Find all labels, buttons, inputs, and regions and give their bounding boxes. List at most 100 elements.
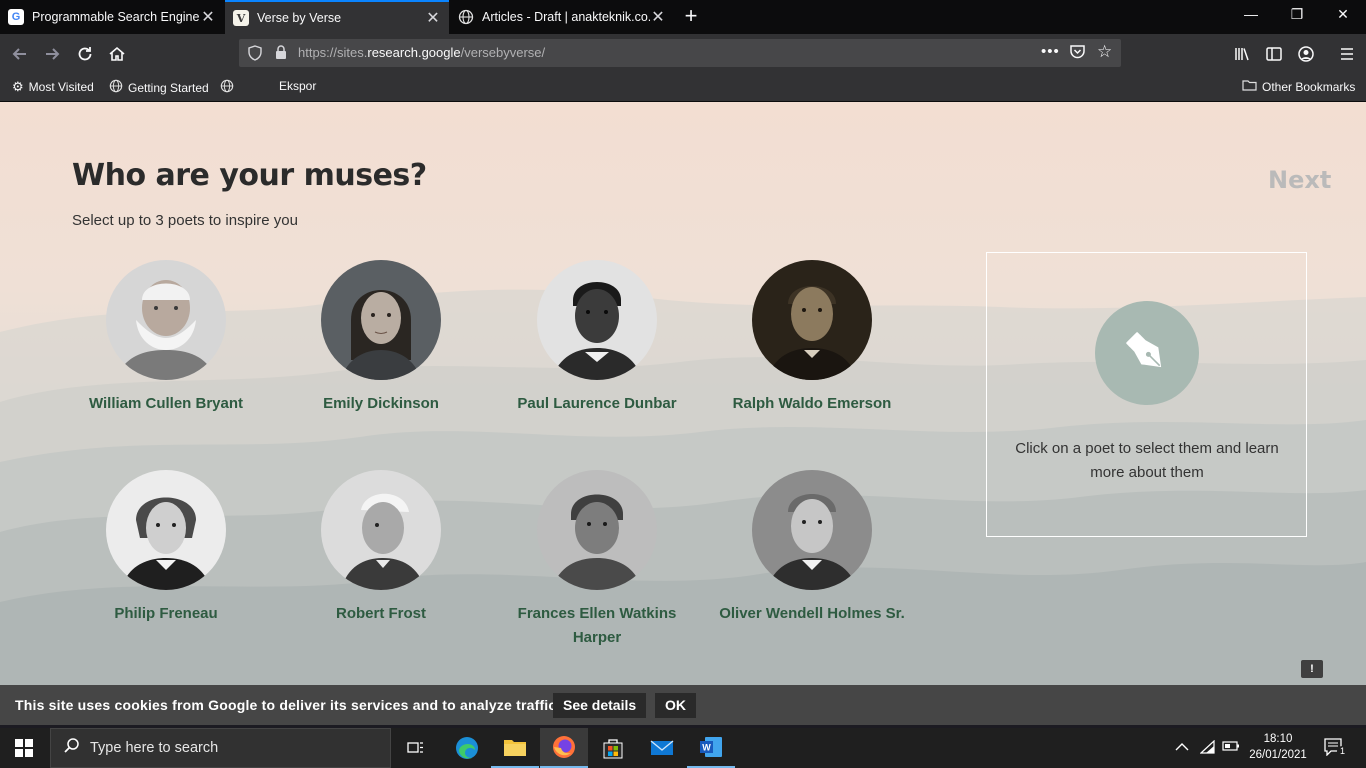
windows-taskbar: Type here to search W 18:10 26/01/2021 1 — [0, 728, 1366, 768]
back-button[interactable] — [6, 40, 34, 68]
bookmark-untitled[interactable] — [220, 79, 239, 96]
lock-icon — [276, 45, 286, 59]
next-button[interactable]: Next — [1268, 166, 1331, 194]
pen-nib-icon — [1095, 301, 1199, 405]
close-tab-icon[interactable]: ✕ — [200, 7, 216, 27]
page-actions-icon[interactable]: ••• — [1041, 43, 1060, 60]
tab-title: Articles - Draft | anakteknik.co.id — [482, 10, 650, 24]
poet-card-frost[interactable]: Robert Frost — [281, 470, 481, 626]
bookmark-star-icon[interactable]: ☆ — [1097, 42, 1112, 62]
page-content: Who are your muses? Select up to 3 poets… — [0, 102, 1366, 725]
poet-name[interactable]: Emily Dickinson — [281, 392, 481, 416]
poet-name[interactable]: Ralph Waldo Emerson — [712, 392, 912, 416]
poet-name[interactable]: Paul Laurence Dunbar — [497, 392, 697, 416]
poet-name[interactable]: Philip Freneau — [66, 602, 266, 626]
poet-name[interactable]: Robert Frost — [281, 602, 481, 626]
file-explorer-icon[interactable] — [491, 728, 539, 768]
close-window-icon[interactable]: ✕ — [1320, 6, 1366, 23]
bookmark-ekspor[interactable]: Ekspor — [279, 79, 316, 93]
tab-articles-draft[interactable]: Articles - Draft | anakteknik.co.id ✕ — [450, 0, 674, 34]
bookmark-most-visited[interactable]: ⚙ Most Visited — [12, 79, 94, 95]
menu-icon[interactable] — [1333, 40, 1361, 68]
tab-verse-by-verse[interactable]: V Verse by Verse ✕ — [225, 0, 449, 34]
bookmarks-toolbar: ⚙ Most Visited Getting Started Ekspor Ot… — [0, 72, 1366, 102]
minimize-icon[interactable]: — — [1228, 6, 1274, 22]
tab-strip: G Programmable Search Engine ✕ V Verse b… — [0, 0, 1366, 34]
notification-center-icon[interactable]: 1 — [1324, 738, 1348, 759]
show-hidden-icons-icon[interactable] — [1175, 740, 1189, 755]
network-icon[interactable] — [1199, 739, 1216, 757]
poet-name[interactable]: Oliver Wendell Holmes Sr. — [712, 602, 912, 626]
svg-text:W: W — [702, 743, 711, 753]
poet-card-dunbar[interactable]: Paul Laurence Dunbar — [497, 260, 697, 416]
poet-card-harper[interactable]: Frances Ellen Watkins Harper — [497, 470, 697, 650]
google-icon: G — [8, 9, 24, 25]
poet-portrait[interactable] — [106, 470, 226, 590]
bookmark-getting-started[interactable]: Getting Started — [109, 79, 209, 96]
store-icon[interactable] — [589, 728, 637, 768]
bookmark-other[interactable]: Other Bookmarks — [1242, 79, 1355, 94]
reload-button[interactable] — [71, 40, 99, 68]
poet-portrait[interactable] — [321, 470, 441, 590]
poet-info-panel: Click on a poet to select them and learn… — [986, 252, 1307, 537]
poet-portrait[interactable] — [106, 260, 226, 380]
poet-name[interactable]: William Cullen Bryant — [66, 392, 266, 416]
forward-arrow-icon — [46, 48, 60, 60]
feedback-icon[interactable]: ! — [1301, 660, 1323, 678]
word-icon[interactable]: W — [687, 728, 735, 768]
account-icon[interactable] — [1292, 40, 1320, 68]
poet-portrait[interactable] — [537, 470, 657, 590]
close-tab-icon[interactable]: ✕ — [425, 8, 441, 28]
poet-card-freneau[interactable]: Philip Freneau — [66, 470, 266, 626]
poet-portrait[interactable] — [321, 260, 441, 380]
page-title: Who are your muses? — [72, 158, 427, 193]
page-subtitle: Select up to 3 poets to inspire you — [72, 212, 298, 229]
firefox-icon[interactable] — [540, 728, 588, 768]
task-view-icon[interactable] — [392, 728, 440, 768]
tab-programmable-search[interactable]: G Programmable Search Engine ✕ — [0, 0, 224, 34]
tab-title: Verse by Verse — [257, 11, 342, 25]
sidebar-icon[interactable] — [1260, 40, 1288, 68]
windows-logo-icon — [15, 739, 33, 757]
close-tab-icon[interactable]: ✕ — [650, 7, 666, 27]
search-icon — [63, 737, 80, 759]
back-arrow-icon — [12, 48, 26, 60]
address-bar[interactable]: https://sites.research.google/versebyver… — [239, 39, 1121, 67]
ok-button[interactable]: OK — [655, 693, 696, 718]
forward-button[interactable] — [38, 40, 66, 68]
pocket-icon[interactable] — [1069, 44, 1086, 64]
clock-date: 26/01/2021 — [1249, 749, 1307, 761]
globe-icon — [220, 79, 234, 96]
see-details-button[interactable]: See details — [553, 693, 647, 718]
battery-icon[interactable] — [1222, 740, 1240, 755]
new-tab-button[interactable]: + — [680, 3, 702, 29]
folder-icon — [1242, 79, 1257, 94]
clock-time: 18:10 — [1263, 733, 1293, 745]
poet-card-emerson[interactable]: Ralph Waldo Emerson — [712, 260, 912, 416]
search-placeholder: Type here to search — [90, 740, 219, 756]
gear-icon: ⚙ — [12, 79, 24, 94]
poet-portrait[interactable] — [752, 470, 872, 590]
mail-icon[interactable] — [638, 728, 686, 768]
start-button[interactable] — [0, 728, 48, 768]
poet-card-dickinson[interactable]: Emily Dickinson — [281, 260, 481, 416]
poet-card-holmes[interactable]: Oliver Wendell Holmes Sr. — [712, 470, 912, 626]
taskbar-search[interactable]: Type here to search — [50, 728, 391, 768]
tab-title: Programmable Search Engine — [32, 10, 200, 24]
poet-portrait[interactable] — [537, 260, 657, 380]
library-icon[interactable] — [1228, 40, 1256, 68]
system-clock[interactable]: 18:10 26/01/2021 — [1240, 731, 1316, 763]
navigation-bar: https://sites.research.google/versebyver… — [0, 34, 1366, 72]
url-text[interactable]: https://sites.research.google/versebyver… — [298, 45, 545, 60]
notification-count: 1 — [1337, 746, 1348, 757]
poet-portrait[interactable] — [752, 260, 872, 380]
home-button[interactable] — [103, 40, 131, 68]
tracking-shield-icon — [248, 45, 262, 61]
cookie-banner: This site uses cookies from Google to de… — [0, 685, 1366, 725]
verse-logo-icon: V — [233, 10, 249, 26]
poet-card-bryant[interactable]: William Cullen Bryant — [66, 260, 266, 416]
globe-icon — [109, 79, 123, 96]
edge-icon[interactable] — [443, 728, 491, 768]
poet-name[interactable]: Frances Ellen Watkins Harper — [497, 602, 697, 650]
restore-icon[interactable]: ❐ — [1274, 6, 1320, 23]
